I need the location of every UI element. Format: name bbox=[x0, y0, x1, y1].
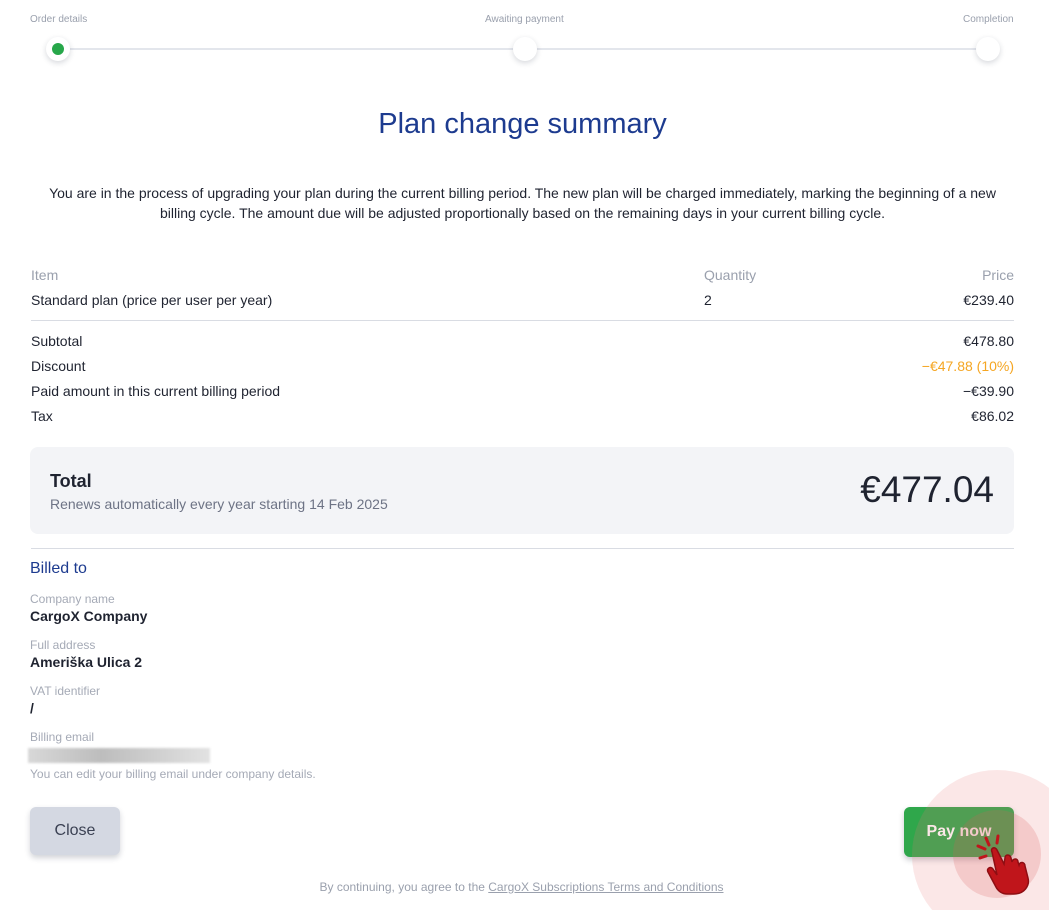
tax-value: €86.02 bbox=[971, 408, 1014, 424]
address-label: Full address bbox=[30, 638, 96, 652]
total-label: Total bbox=[50, 471, 92, 491]
active-step-indicator bbox=[52, 43, 64, 55]
pay-now-button[interactable]: Pay now bbox=[904, 807, 1014, 857]
item-price: €239.40 bbox=[963, 292, 1014, 308]
step-label-order-details: Order details bbox=[30, 14, 88, 25]
header-item: Item bbox=[31, 267, 59, 283]
items-divider bbox=[31, 320, 1014, 321]
address-value: Ameriška Ulica 2 bbox=[30, 654, 143, 670]
intro-text: You are in the process of upgrading your… bbox=[49, 185, 996, 221]
item-name: Standard plan (price per user per year) bbox=[31, 292, 273, 308]
billed-to-heading: Billed to bbox=[30, 560, 87, 577]
discount-label: Discount bbox=[31, 358, 86, 374]
summary-row-paid: Paid amount in this current billing peri… bbox=[31, 382, 1014, 407]
total-card: Total Renews automatically every year st… bbox=[30, 447, 1014, 534]
summary-row-tax: Tax €86.02 bbox=[31, 407, 1014, 432]
renewal-note: Renews automatically every year starting… bbox=[50, 496, 388, 512]
progress-stepper: Order details Awaiting payment Completio… bbox=[0, 0, 1049, 70]
company-name-value: CargoX Company bbox=[30, 608, 148, 624]
billing-email-redacted bbox=[28, 748, 210, 763]
terms-footer: By continuing, you agree to the CargoX S… bbox=[0, 880, 1043, 894]
close-button[interactable]: Close bbox=[30, 807, 120, 855]
subtotal-value: €478.80 bbox=[963, 333, 1014, 349]
paid-value: −€39.90 bbox=[963, 383, 1014, 399]
total-amount: €477.04 bbox=[860, 469, 994, 510]
terms-prefix: By continuing, you agree to the bbox=[319, 880, 489, 894]
price-summary: Subtotal €478.80 Discount −€47.88 (10%) … bbox=[31, 332, 1014, 432]
vat-label: VAT identifier bbox=[30, 684, 101, 698]
table-header: Item Quantity Price bbox=[31, 266, 1014, 291]
item-quantity: 2 bbox=[704, 292, 712, 308]
billing-email-note: You can edit your billing email under co… bbox=[30, 767, 316, 781]
step-dot-awaiting-payment bbox=[513, 37, 537, 61]
summary-row-discount: Discount −€47.88 (10%) bbox=[31, 357, 1014, 382]
step-dot-order-details bbox=[46, 37, 70, 61]
discount-value: −€47.88 (10%) bbox=[921, 358, 1014, 374]
subtotal-label: Subtotal bbox=[31, 333, 83, 349]
billing-email-label: Billing email bbox=[30, 730, 95, 744]
page-title: Plan change summary bbox=[378, 108, 667, 140]
header-price: Price bbox=[982, 267, 1014, 283]
summary-row-subtotal: Subtotal €478.80 bbox=[31, 332, 1014, 357]
items-table: Item Quantity Price Standard plan (price… bbox=[31, 266, 1014, 316]
vat-value: / bbox=[30, 700, 34, 716]
header-quantity: Quantity bbox=[704, 267, 757, 283]
company-name-label: Company name bbox=[30, 592, 115, 606]
step-label-awaiting-payment: Awaiting payment bbox=[485, 14, 564, 25]
step-label-completion: Completion bbox=[963, 14, 1014, 25]
paid-label: Paid amount in this current billing peri… bbox=[31, 383, 281, 399]
table-row: Standard plan (price per user per year) … bbox=[31, 291, 1014, 316]
billing-divider bbox=[31, 548, 1014, 549]
step-dot-completion bbox=[976, 37, 1000, 61]
tax-label: Tax bbox=[31, 408, 53, 424]
terms-link[interactable]: CargoX Subscriptions Terms and Condition… bbox=[488, 880, 723, 894]
